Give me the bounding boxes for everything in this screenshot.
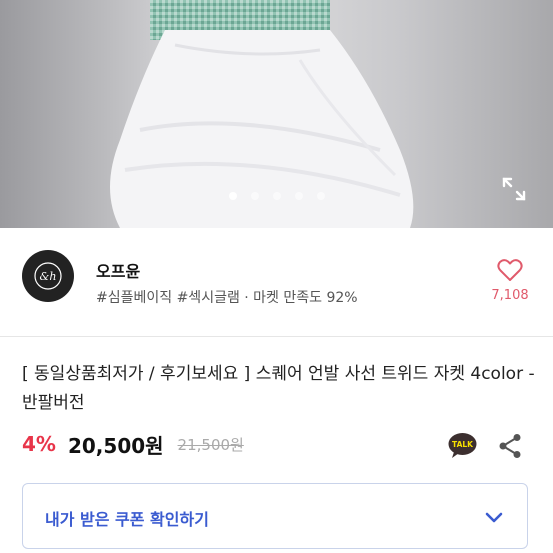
svg-text:TALK: TALK [452,440,474,449]
product-title: [ 동일상품최저가 / 후기보세요 ] 스퀘어 언발 사선 트위드 자켓 4co… [22,364,535,413]
seller-name[interactable]: 오프윤 [96,258,140,282]
gallery-dot[interactable] [250,192,259,200]
svg-text:&h: &h [40,270,57,283]
like-count: 7,108 [491,288,529,303]
kakao-talk-icon[interactable]: TALK [448,432,477,459]
chevron-down-icon [483,506,505,528]
gallery-dot[interactable] [272,192,281,200]
gallery-dot[interactable] [228,192,237,200]
gallery-dot[interactable] [294,192,303,200]
original-price: 21,500원 [177,435,244,454]
gallery-dot[interactable] [316,192,325,200]
divider [0,336,553,337]
sale-price: 20,500원 [67,433,164,458]
price-row: 4% 20,500원 21,500원 [22,428,244,460]
coupon-check-button[interactable]: 내가 받은 쿠폰 확인하기 [22,483,528,549]
coupon-label: 내가 받은 쿠폰 확인하기 [45,510,209,529]
expand-icon[interactable] [500,175,528,203]
product-image-gallery[interactable] [0,0,553,228]
gallery-pagination [0,192,553,202]
brand-logo[interactable]: &h [22,250,74,302]
like-button[interactable]: 7,108 [488,258,532,303]
seller-tags: #심플베이직 #섹시글램 · 마켓 만족도 92% [96,290,358,306]
share-icon[interactable] [498,433,522,459]
discount-rate: 4% [22,432,56,456]
heart-icon [497,259,523,281]
seller-info: &h 오프윤 #심플베이직 #섹시글램 · 마켓 만족도 92% 7,108 [0,228,553,336]
